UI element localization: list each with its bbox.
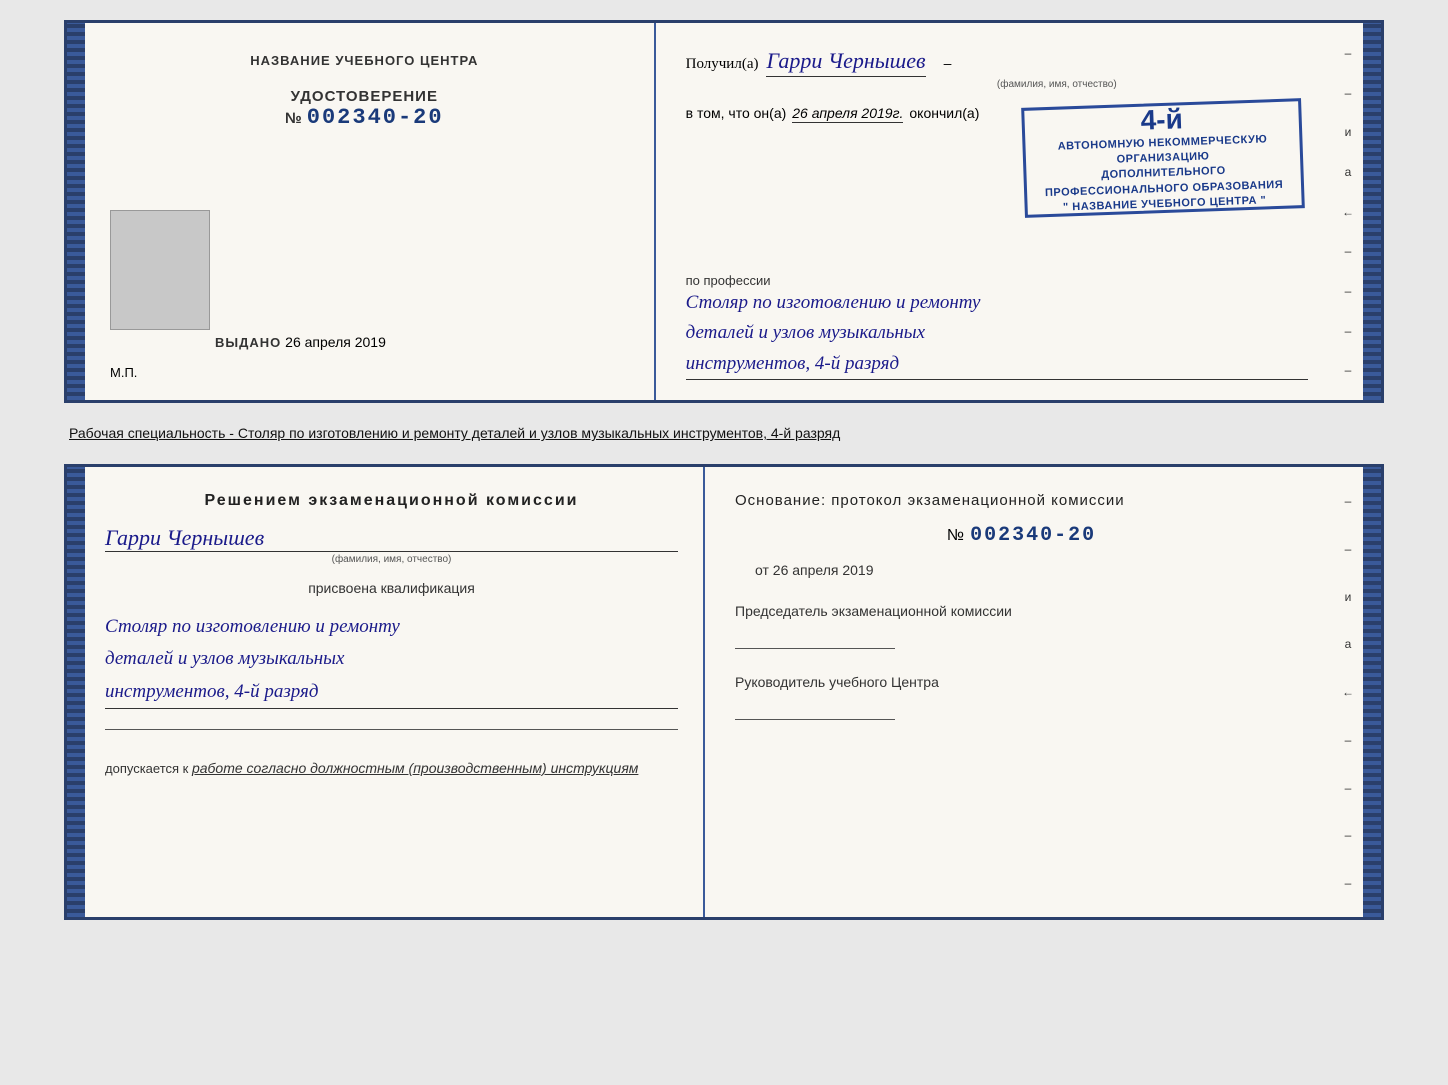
- stamp-overlay: 4-й АВТОНОМНУЮ НЕКОММЕРЧЕСКУЮ ОРГАНИЗАЦИ…: [1021, 98, 1305, 218]
- document-container: НАЗВАНИЕ УЧЕБНОГО ЦЕНТРА УДОСТОВЕРЕНИЕ №…: [64, 20, 1384, 920]
- bottom-left-spine: [67, 467, 85, 917]
- date-prefix: в том, что он(а): [686, 105, 787, 121]
- qual-line1: Столяр по изготовлению и ремонту: [105, 611, 678, 643]
- caption-block: Рабочая специальность - Столяр по изгото…: [64, 415, 1384, 452]
- director-label: Руководитель учебного Центра: [735, 674, 1308, 690]
- допускается-prefix: допускается к: [105, 761, 188, 776]
- org-name-header: НАЗВАНИЕ УЧЕБНОГО ЦЕНТРА: [250, 53, 478, 68]
- bottom-cert-right-page: Основание: протокол экзаменационной коми…: [705, 467, 1333, 917]
- protocol-number: 002340-20: [970, 524, 1096, 547]
- cert-number: 002340-20: [307, 105, 444, 130]
- profession-text: Столяр по изготовлению и ремонту деталей…: [686, 288, 1308, 380]
- dash-separator: –: [944, 55, 952, 71]
- recipient-name: Гарри Чернышев: [766, 48, 925, 77]
- bottom-certificate-wrapper: Решением экзаменационной комиссии Гарри …: [64, 464, 1384, 920]
- date-from-prefix: от: [755, 562, 769, 578]
- profession-line1: Столяр по изготовлению и ремонту: [686, 288, 1308, 318]
- separator-line: [105, 729, 678, 730]
- issued-date: 26 апреля 2019: [285, 334, 386, 350]
- protocol-date-block: от 26 апреля 2019: [755, 562, 1308, 578]
- qualification-text: Столяр по изготовлению и ремонту деталей…: [105, 611, 678, 709]
- issue-date-block: Выдано 26 апреля 2019: [215, 334, 386, 350]
- person-name-sub: (фамилия, имя, отчество): [105, 554, 678, 565]
- date-value: 26 апреля 2019г.: [792, 105, 903, 123]
- director-sig-line: [735, 719, 895, 720]
- допускается-line: допускается к работе согласно должностны…: [105, 760, 678, 776]
- top-cert-left-page: НАЗВАНИЕ УЧЕБНОГО ЦЕНТРА УДОСТОВЕРЕНИЕ №…: [85, 23, 656, 400]
- profession-line2: деталей и узлов музыкальных: [686, 318, 1308, 348]
- cert-number-prefix: №: [285, 110, 303, 127]
- recipient-block: Получил(а) Гарри Чернышев – (фамилия, им…: [686, 48, 1308, 90]
- cert-title: УДОСТОВЕРЕНИЕ: [285, 88, 444, 105]
- profession-label: по профессии: [686, 273, 1308, 288]
- qual-line3: инструментов, 4-й разряд: [105, 676, 678, 708]
- bottom-right-spine: [1363, 467, 1381, 917]
- mp-label: М.П.: [110, 365, 137, 380]
- date-suffix: окончил(а): [909, 105, 979, 121]
- qual-line2: деталей и узлов музыкальных: [105, 643, 678, 675]
- person-name-block: Гарри Чернышев (фамилия, имя, отчество): [105, 525, 678, 565]
- bottom-cert-left-page: Решением экзаменационной комиссии Гарри …: [85, 467, 705, 917]
- top-certificate: НАЗВАНИЕ УЧЕБНОГО ЦЕНТРА УДОСТОВЕРЕНИЕ №…: [64, 20, 1384, 403]
- profession-block: по профессии Столяр по изготовлению и ре…: [686, 268, 1308, 380]
- chairman-block: Председатель экзаменационной комиссии: [735, 603, 1308, 649]
- chairman-sig-line: [735, 648, 895, 649]
- issued-label: Выдано: [215, 335, 281, 350]
- recipient-name-sub: (фамилия, имя, отчество): [806, 79, 1308, 90]
- chairman-label: Председатель экзаменационной комиссии: [735, 603, 1308, 619]
- bottom-certificate: Решением экзаменационной комиссии Гарри …: [64, 464, 1384, 920]
- qualification-label: присвоена квалификация: [105, 580, 678, 596]
- decision-title: Решением экзаменационной комиссии: [105, 492, 678, 510]
- cert-number-block: УДОСТОВЕРЕНИЕ № 002340-20: [285, 88, 444, 130]
- protocol-date-value: 26 апреля 2019: [773, 562, 874, 578]
- right-dashes-column: – – и а ← – – – –: [1333, 23, 1363, 400]
- protocol-number-block: № 002340-20: [735, 524, 1308, 547]
- допускается-value: работе согласно должностным (производств…: [192, 760, 638, 776]
- caption-text: Рабочая специальность - Столяр по изгото…: [69, 423, 1379, 444]
- top-certificate-wrapper: НАЗВАНИЕ УЧЕБНОГО ЦЕНТРА УДОСТОВЕРЕНИЕ №…: [64, 20, 1384, 403]
- bottom-right-dashes-column: – – и а ← – – – –: [1333, 467, 1363, 917]
- left-spine-decoration: [67, 23, 85, 400]
- number-prefix: №: [947, 527, 964, 545]
- photo-placeholder: [110, 210, 210, 330]
- right-spine-decoration: [1363, 23, 1381, 400]
- profession-line3: инструментов, 4-й разряд: [686, 349, 1308, 379]
- director-block: Руководитель учебного Центра: [735, 674, 1308, 720]
- recipient-prefix: Получил(а): [686, 56, 759, 73]
- person-name-value: Гарри Чернышев: [105, 525, 678, 552]
- osnov-label: Основание: протокол экзаменационной коми…: [735, 492, 1308, 509]
- stamp-grade: 4-й: [1140, 103, 1183, 136]
- top-cert-right-page: Получил(а) Гарри Чернышев – (фамилия, им…: [656, 23, 1333, 400]
